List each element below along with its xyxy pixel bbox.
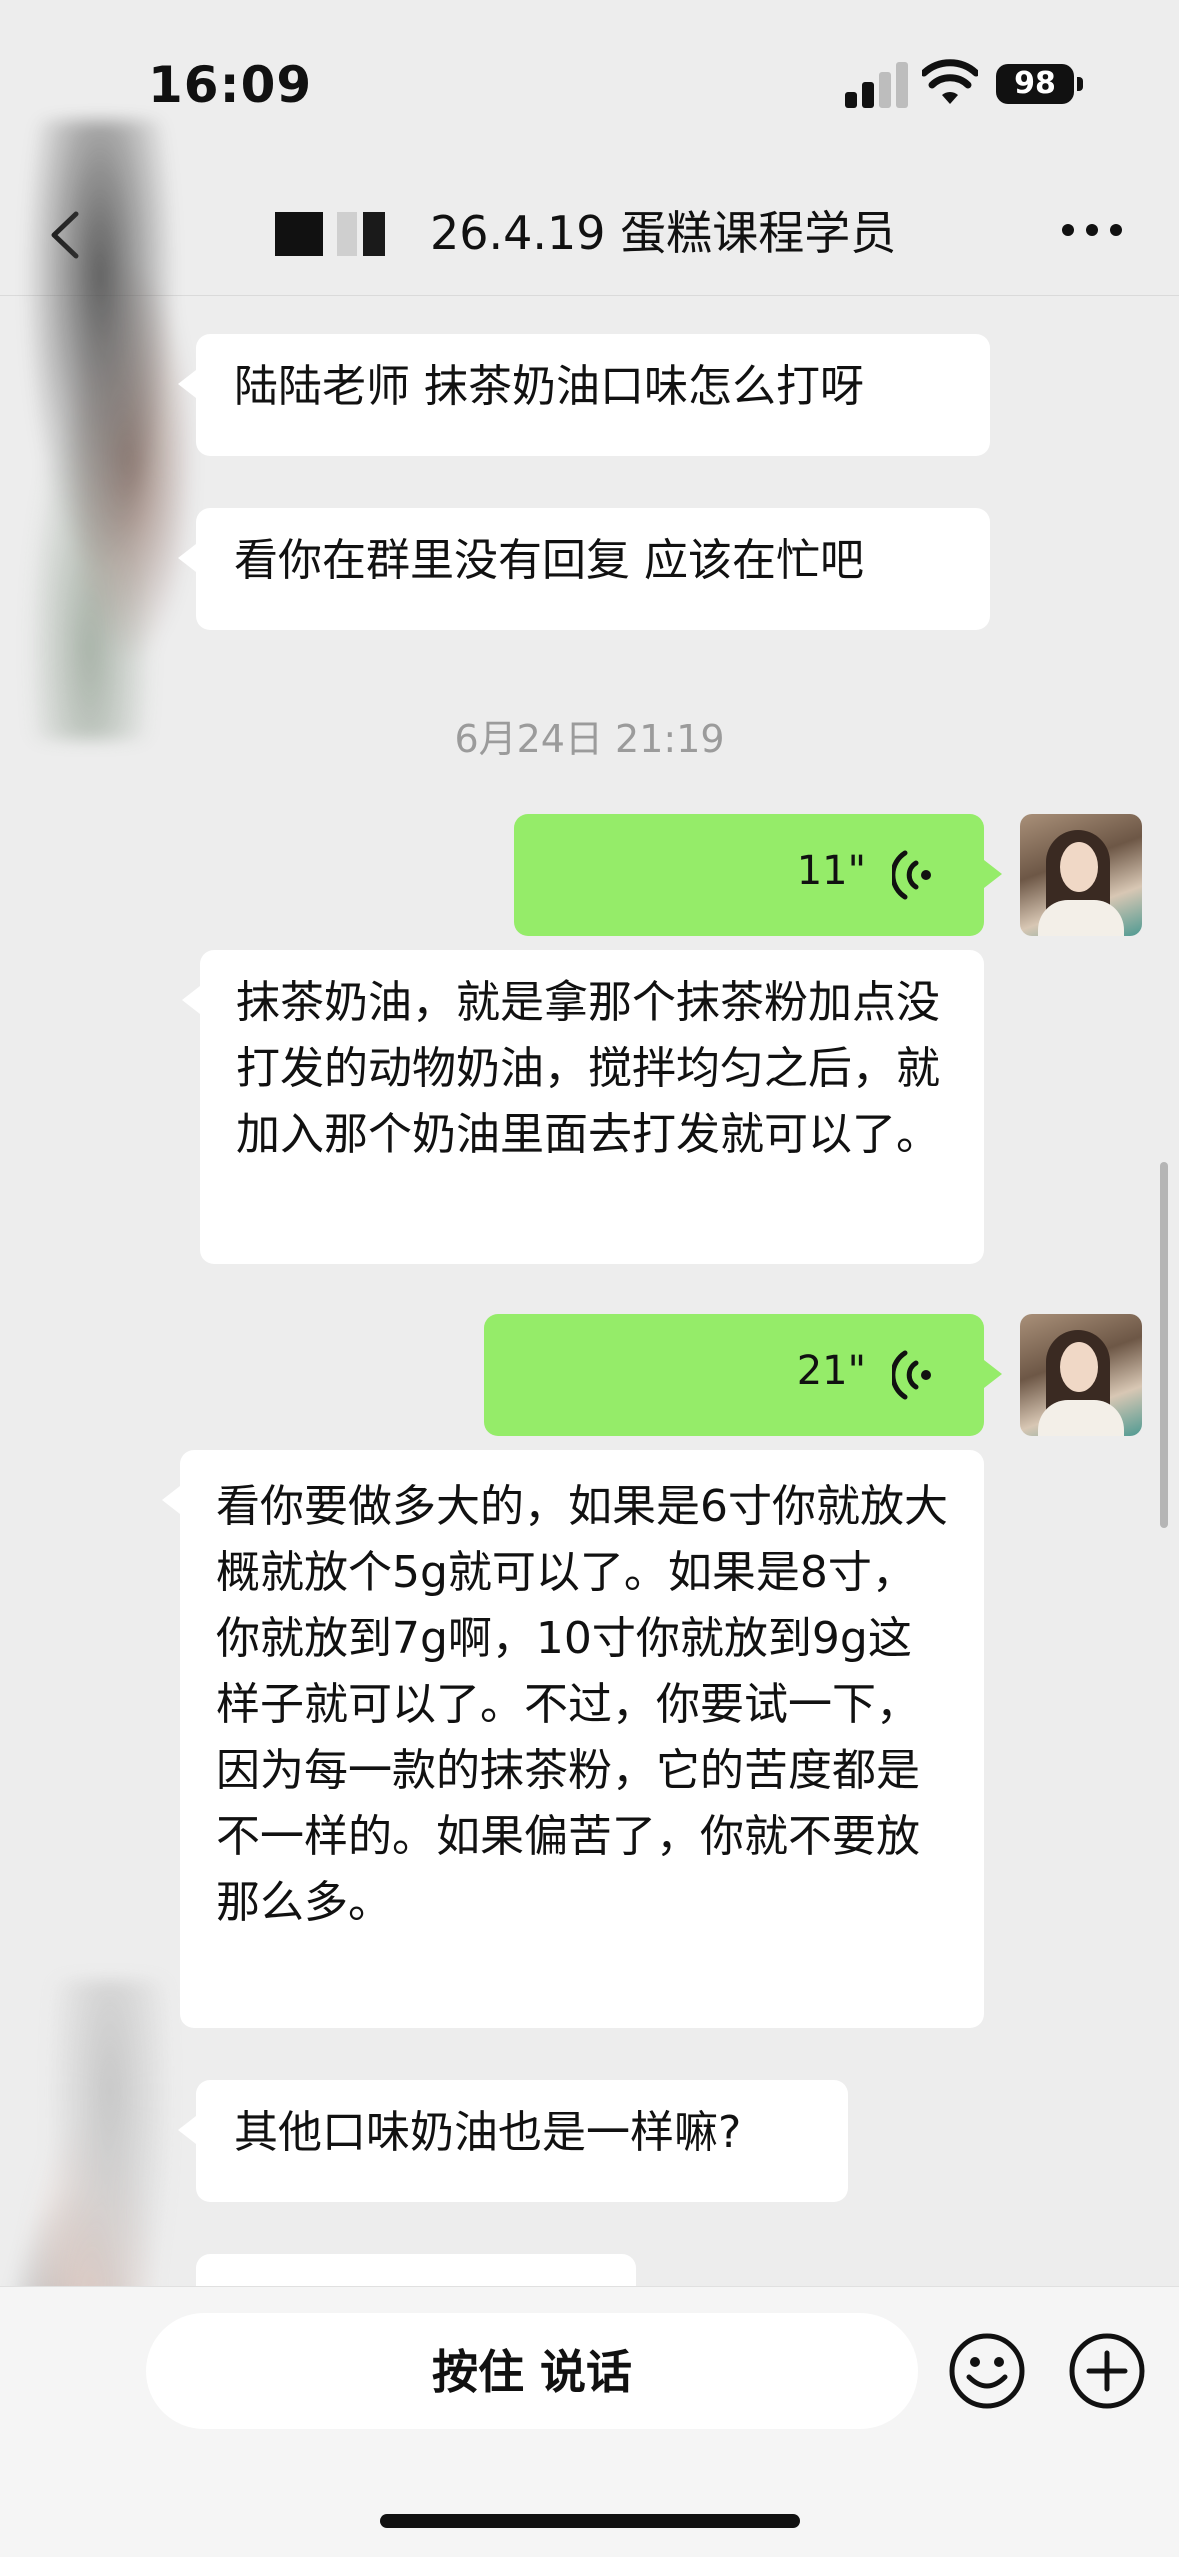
emoji-icon[interactable] [947,2331,1027,2411]
message-text: 看你要做多大的，如果是6寸你就放大概就放个5g就可以了。如果是8寸，你就放到7g… [216,1481,948,1928]
message-bubble[interactable]: 看你在群里没有回复 应该在忙吧 [178,508,990,630]
message-text: 抹茶奶油，就是拿那个抹茶粉加点没打发的动物奶油，搅拌均匀之后，就加入那个奶油里面… [236,977,940,1160]
message-bubble[interactable]: 看你要做多大的，如果是6寸你就放大概就放个5g就可以了。如果是8寸，你就放到7g… [162,1450,984,2028]
message-bubble[interactable]: 其他口味奶油也是一样嘛? [178,2080,848,2202]
message-text: 陆陆老师 抹茶奶油口味怎么打呀 [234,361,864,412]
voice-duration: 21" [796,1348,866,1394]
voice-message-bubble[interactable]: 21" [484,1314,1002,1436]
scrollbar[interactable] [1160,1162,1168,1528]
wifi-icon [922,59,978,104]
message-timestamp: 6月24日 21:19 [454,717,725,761]
redacted-avatar-blur [20,120,220,740]
avatar[interactable] [1020,814,1142,936]
message-text: 其他口味奶油也是一样嘛? [234,2107,742,2158]
home-indicator[interactable] [380,2514,800,2528]
more-icon[interactable] [1062,224,1122,240]
avatar[interactable] [1020,1314,1142,1436]
redacted-name [275,212,385,256]
voice-duration: 11" [796,848,866,894]
plus-icon[interactable] [1067,2331,1147,2411]
battery-indicator: 98 [996,64,1083,104]
cellular-signal-icon [845,62,908,108]
hold-to-talk-button[interactable]: 按住 说话 [146,2313,918,2429]
voice-wave-icon [892,1350,931,1400]
voice-message-bubble[interactable]: 11" [514,814,1002,936]
status-time: 16:09 [148,56,313,114]
voice-wave-icon [892,850,931,900]
message-bubble[interactable]: 陆陆老师 抹茶奶油口味怎么打呀 [178,334,990,456]
message-text: 看你在群里没有回复 应该在忙吧 [234,535,864,586]
chat-title: 26.4.19 蛋糕课程学员 [430,206,897,260]
message-bubble[interactable]: 抹茶奶油，就是拿那个抹茶粉加点没打发的动物奶油，搅拌均匀之后，就加入那个奶油里面… [182,950,984,1264]
